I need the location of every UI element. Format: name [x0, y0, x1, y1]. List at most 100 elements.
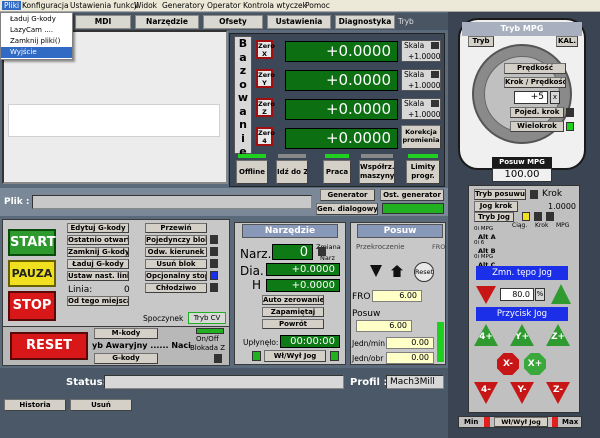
menu-konfiguracja[interactable]: Konfiguracja: [22, 1, 69, 10]
jog-krok-button[interactable]: Jog krok: [474, 201, 518, 212]
tab-tryb[interactable]: Tryb: [398, 17, 414, 26]
mpg-title: Tryb MPG: [462, 22, 582, 36]
wspolrz-maszyny-button[interactable]: Współrz. maszyny: [359, 160, 395, 184]
tab-diagnostyka[interactable]: Diagnostyka: [335, 15, 395, 29]
chlodziwo-led: [210, 283, 218, 292]
fro-short-label: FRO: [432, 243, 446, 251]
mpg-tryb-button[interactable]: Tryb: [468, 36, 494, 47]
pojedynczy-blok-button[interactable]: Pojedynczy blok: [145, 235, 207, 245]
dia-value[interactable]: +0.0000: [266, 263, 340, 276]
ost-generator-button[interactable]: Ost. generator: [380, 189, 444, 201]
przycisk-jog-button[interactable]: Przycisk Jog: [476, 307, 568, 321]
historia-button[interactable]: Historia: [4, 399, 66, 411]
dro-z-value[interactable]: +0.0000: [285, 99, 398, 120]
zmn-tepo-jog-button[interactable]: Zmn. tępo Jog: [476, 266, 568, 280]
menu-kontrola-wtyczek[interactable]: Kontrola wtyczek: [243, 1, 307, 10]
jog-krok-value[interactable]: 1.0000: [548, 202, 576, 211]
tab-ofsety[interactable]: Ofsety: [203, 15, 263, 29]
jog-mode-led-3: [546, 212, 554, 221]
goto-z-button[interactable]: Idź do Z: [276, 160, 308, 184]
krok-predkosc-button[interactable]: Krok / Prędkość: [504, 77, 566, 88]
spoczynek-label: Spoczynek: [143, 314, 184, 323]
stop-button[interactable]: STOP: [8, 291, 56, 321]
skala-y-label: Skala: [404, 70, 425, 79]
menu-zamknij-pliki[interactable]: Zamknij pliki(): [1, 36, 72, 47]
plik-field[interactable]: [32, 195, 312, 209]
usun-blok-button[interactable]: Usuń blok: [145, 259, 207, 269]
min-label[interactable]: Min: [464, 418, 478, 426]
posuw-mpg-value[interactable]: 100.00: [492, 168, 552, 182]
zero-x-button[interactable]: Zero X: [256, 40, 275, 59]
przewin-button[interactable]: Przewiń: [145, 223, 207, 233]
praca-button[interactable]: Praca: [323, 160, 351, 184]
tab-mdi[interactable]: MDI: [75, 15, 131, 29]
reset-button[interactable]: RESET: [10, 332, 88, 360]
menu-ustawienia-funkcji[interactable]: Ustawienia funkcji: [70, 1, 138, 10]
laduj-gkody-button[interactable]: Ładuj G-kody: [67, 259, 129, 269]
korekcja-promienia-button[interactable]: Korekcja promienia: [401, 125, 441, 149]
linia-value[interactable]: 0: [124, 285, 130, 295]
skala-z-value[interactable]: +1.0000: [408, 110, 441, 119]
zamknij-gkody-button[interactable]: Zamknij G-kody: [67, 247, 129, 257]
m-kody-button[interactable]: M-kody: [94, 328, 158, 339]
menu-operator[interactable]: Operator: [207, 1, 241, 10]
tryb-jog-button[interactable]: Tryb Jog: [474, 212, 514, 222]
start-button[interactable]: START: [8, 229, 56, 256]
skala-y-value[interactable]: +1.0000: [408, 81, 441, 90]
dro-4-value[interactable]: +0.0000: [285, 128, 398, 149]
wielokrok-button[interactable]: Wielokrok: [510, 121, 564, 132]
tab-ustawienia[interactable]: Ustawienia: [267, 15, 331, 29]
mpg-step-value[interactable]: +5: [514, 91, 548, 104]
tryb-cv-button[interactable]: Tryb CV: [188, 312, 226, 324]
gen-dialogowy-button[interactable]: Gen. dialogowy: [316, 203, 378, 215]
h-value[interactable]: +0.0000: [266, 279, 340, 292]
menu-generatory[interactable]: Generatory: [162, 1, 205, 10]
mpg-kal-button[interactable]: KAL.: [556, 36, 578, 47]
menu-widok[interactable]: Widok: [134, 1, 157, 10]
jog-rate-value[interactable]: 80.0: [500, 288, 534, 301]
menu-pliki[interactable]: Pliki: [2, 1, 22, 10]
odw-kierunek-led: [210, 247, 218, 256]
fro-label: FRO: [352, 292, 371, 302]
edytuj-gkody-button[interactable]: Edytuj G-kody: [67, 223, 129, 233]
g-kody-button[interactable]: G-kody: [94, 353, 158, 364]
limity-progr-button[interactable]: Limity progr.: [406, 160, 440, 184]
jog-header-krok: Krok: [535, 222, 549, 229]
zero-y-button[interactable]: Zero Y: [256, 69, 275, 88]
od-tego-miejsca-button[interactable]: Od tego miejsca: [67, 296, 129, 306]
opcjonalny-stop-led: [210, 271, 218, 280]
tab-narzedzie[interactable]: Narzędzie: [135, 15, 199, 29]
ustaw-nast-linie-button[interactable]: Ustaw nast. linię: [67, 271, 129, 281]
auto-zerowanie-button[interactable]: Auto zerowanie: [262, 295, 324, 305]
on-off-label[interactable]: On/Off: [196, 335, 219, 343]
narz-value[interactable]: 0: [272, 244, 313, 260]
predkosc-button[interactable]: Prędkość: [504, 63, 566, 74]
odw-kierunek-button[interactable]: Odw. kierunek: [145, 247, 207, 257]
usun-button[interactable]: Usuń: [70, 399, 132, 411]
menu-laduj-gkody[interactable]: Ładuj G-kody: [1, 14, 72, 25]
menu-wyjscie[interactable]: Wyjście: [1, 47, 72, 58]
mpg-wl-wyl-jog-button[interactable]: Wł/Wył Jog: [494, 417, 548, 427]
wl-wyl-jog-button[interactable]: Wł/Wył Jog: [264, 350, 326, 362]
menu-lazycam[interactable]: LazyCam ....: [1, 25, 72, 36]
max-label[interactable]: Max: [562, 418, 578, 426]
pauza-button[interactable]: PAUZA: [8, 260, 56, 287]
tryb-posuwu-button[interactable]: Tryb posuwu: [474, 189, 526, 200]
zapamietaj-button[interactable]: Zapamiętaj: [262, 307, 324, 317]
fro-reset-button[interactable]: Reset: [414, 262, 434, 282]
generator-button[interactable]: Generator: [320, 189, 375, 201]
posuw-value[interactable]: 6.00: [356, 320, 412, 332]
dro-y-value[interactable]: +0.0000: [285, 70, 398, 91]
poj-krok-button[interactable]: Pojed. krok: [510, 107, 564, 118]
powrot-button[interactable]: Powrót: [262, 319, 324, 329]
skala-x-value[interactable]: +1.0000: [408, 52, 441, 61]
ostatnio-otwarty-button[interactable]: Ostatnio otwarty: [67, 235, 129, 245]
fro-value[interactable]: 6.00: [372, 290, 422, 302]
chlodziwo-button[interactable]: Chłodziwo: [145, 283, 207, 293]
dro-x-value[interactable]: +0.0000: [285, 41, 398, 62]
zero-z-button[interactable]: Zero Z: [256, 98, 275, 117]
offline-button[interactable]: Offline: [236, 160, 268, 184]
zero-4-button[interactable]: Zero 4: [256, 127, 275, 146]
opcjonalny-stop-button[interactable]: Opcjonalny stop: [145, 271, 207, 281]
menu-pomoc[interactable]: Pomoc: [305, 1, 330, 10]
